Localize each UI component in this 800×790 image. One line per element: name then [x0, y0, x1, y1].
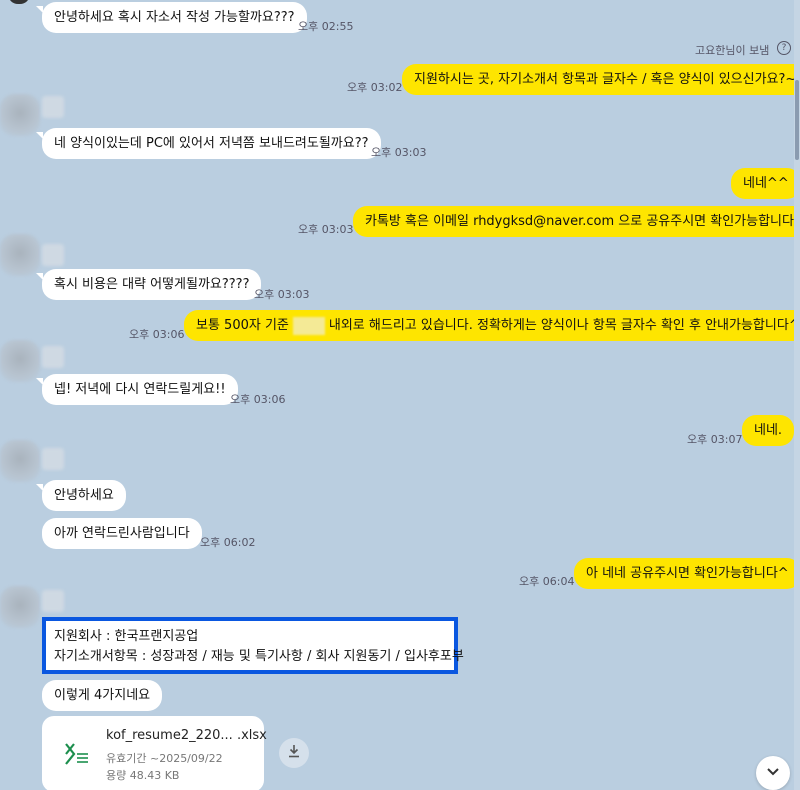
message-bubble[interactable]: 안녕하세요 혹시 자소서 작성 가능할까요??? — [42, 2, 307, 33]
message-bubble[interactable]: 이렇게 4가지네요 — [42, 680, 163, 711]
message-time: 오후 03:02 — [347, 81, 403, 94]
avatar[interactable] — [0, 440, 40, 482]
file-expiry: 유효기간 ~2025/09/22 — [106, 752, 223, 765]
message-line: 지원회사 : 한국프랜지공업 — [54, 629, 199, 644]
avatar[interactable] — [0, 94, 40, 136]
file-name: kof_resume2_220... .xlsx — [106, 728, 267, 743]
message-text: 보통 500자 기준 — [196, 318, 289, 333]
sender-name — [42, 96, 64, 118]
message-time: 오후 03:07 — [687, 433, 743, 446]
sender-name — [42, 346, 64, 368]
bubble-tail — [787, 172, 794, 179]
message-bubble[interactable]: 네 양식이있는데 PC에 있어서 저녁쯤 보내드려도될까요?? — [42, 128, 381, 159]
message-bubble-mine[interactable]: 지원하시는 곳, 자기소개서 항목과 글자수 / 혹은 양식이 있으신가요?~ — [402, 64, 800, 95]
redacted-price — [292, 316, 325, 335]
chevron-down-icon — [766, 766, 780, 781]
message-bubble-mine[interactable]: 아 네네 공유주시면 확인가능합니다^ — [574, 558, 800, 589]
excel-file-icon — [64, 742, 90, 766]
file-attachment-card[interactable]: kof_resume2_220... .xlsx 유효기간 ~2025/09/2… — [42, 716, 267, 790]
sender-name — [42, 244, 64, 266]
scroll-to-bottom-button[interactable] — [756, 756, 790, 790]
sender-note: 고요한님이 보냄 — [695, 44, 770, 57]
message-bubble[interactable]: 안녕하세요 — [42, 480, 126, 511]
help-circle-icon[interactable]: ? — [777, 41, 791, 55]
message-time: 오후 03:06 — [230, 393, 286, 406]
message-time: 오후 06:04 — [519, 575, 575, 588]
bubble-tail — [787, 68, 794, 75]
message-line: 자기소개서항목 : 성장과정 / 재능 및 특기사항 / 회사 지원동기 / 입… — [54, 649, 464, 664]
sender-name — [42, 448, 64, 470]
avatar[interactable] — [0, 234, 40, 276]
highlighted-message[interactable]: 지원회사 : 한국프랜지공업 자기소개서항목 : 성장과정 / 재능 및 특기사… — [42, 617, 464, 674]
avatar-partial — [8, 0, 30, 4]
message-text: 내외로 해드리고 있습니다. 정확하게는 양식이나 항목 글자수 확인 후 안내… — [328, 318, 800, 333]
message-time: 오후 02:55 — [298, 20, 354, 33]
message-bubble[interactable]: 넵! 저녁에 다시 연락드릴게요!! — [42, 374, 238, 405]
sender-name — [42, 590, 64, 612]
message-time: 오후 03:03 — [298, 223, 354, 236]
message-bubble[interactable]: 아까 연락드린사람입니다 — [42, 518, 202, 549]
message-time: 오후 03:03 — [254, 288, 310, 301]
message-bubble-mine[interactable]: 네네. — [742, 415, 795, 446]
scrollbar-thumb[interactable] — [795, 80, 799, 160]
bubble-tail — [787, 314, 794, 321]
download-icon — [287, 744, 301, 762]
file-size: 용량 48.43 KB — [106, 769, 180, 782]
message-bubble-mine[interactable]: 카톡방 혹은 이메일 rhdygksd@naver.com 으로 공유주시면 확… — [353, 206, 800, 237]
message-bubble[interactable]: 혹시 비용은 대략 어떻게될까요???? — [42, 269, 262, 300]
download-button[interactable] — [279, 738, 309, 768]
message-time: 오후 03:03 — [371, 146, 427, 159]
message-time: 오후 03:06 — [129, 328, 185, 341]
avatar[interactable] — [0, 586, 40, 628]
bubble-tail — [787, 562, 794, 569]
message-bubble-mine[interactable]: 보통 500자 기준 내외로 해드리고 있습니다. 정확하게는 양식이나 항목 글… — [184, 310, 800, 341]
message-time: 오후 06:02 — [200, 536, 256, 549]
avatar[interactable] — [0, 340, 40, 382]
